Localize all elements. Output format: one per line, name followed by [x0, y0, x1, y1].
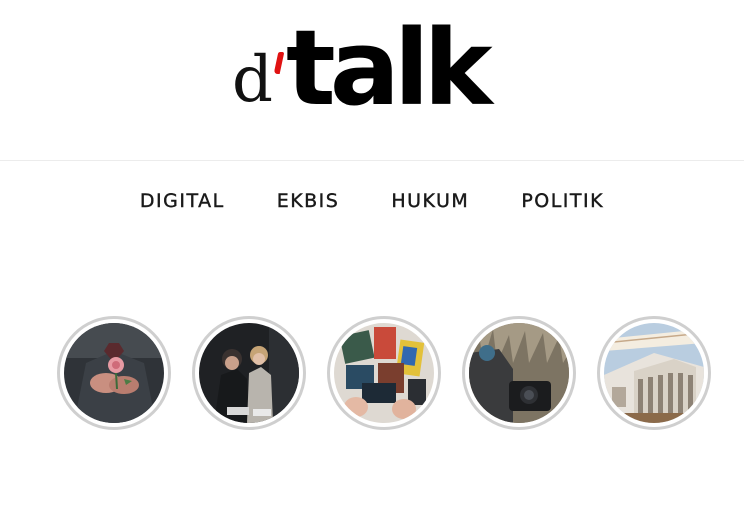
story-thumbnail — [64, 323, 164, 423]
story-carousel — [0, 316, 744, 436]
story-thumbnail — [334, 323, 434, 423]
logo-prefix: d — [232, 43, 273, 117]
story-hands-holding-rose[interactable] — [57, 316, 171, 430]
nav-item-digital[interactable]: DIGITAL — [140, 190, 225, 220]
story-government-building[interactable] — [597, 316, 711, 430]
story-thumbnail — [199, 323, 299, 423]
logo-name: talk — [286, 7, 493, 129]
story-thumbnail — [604, 323, 704, 423]
category-nav: DIGITAL EKBIS HUKUM POLITIK — [0, 190, 744, 220]
story-books-and-magazines[interactable] — [327, 316, 441, 430]
nav-item-hukum[interactable]: HUKUM — [391, 190, 469, 220]
story-thumbnail — [469, 323, 569, 423]
site-logo[interactable]: d talk — [232, 10, 542, 140]
nav-item-politik[interactable]: POLITIK — [521, 190, 604, 220]
site-header: d talk — [0, 0, 744, 161]
logo-apostrophe — [273, 52, 285, 74]
story-couple-sitting[interactable] — [192, 316, 306, 430]
nav-item-ekbis[interactable]: EKBIS — [276, 190, 340, 220]
story-camera-in-grass[interactable] — [462, 316, 576, 430]
